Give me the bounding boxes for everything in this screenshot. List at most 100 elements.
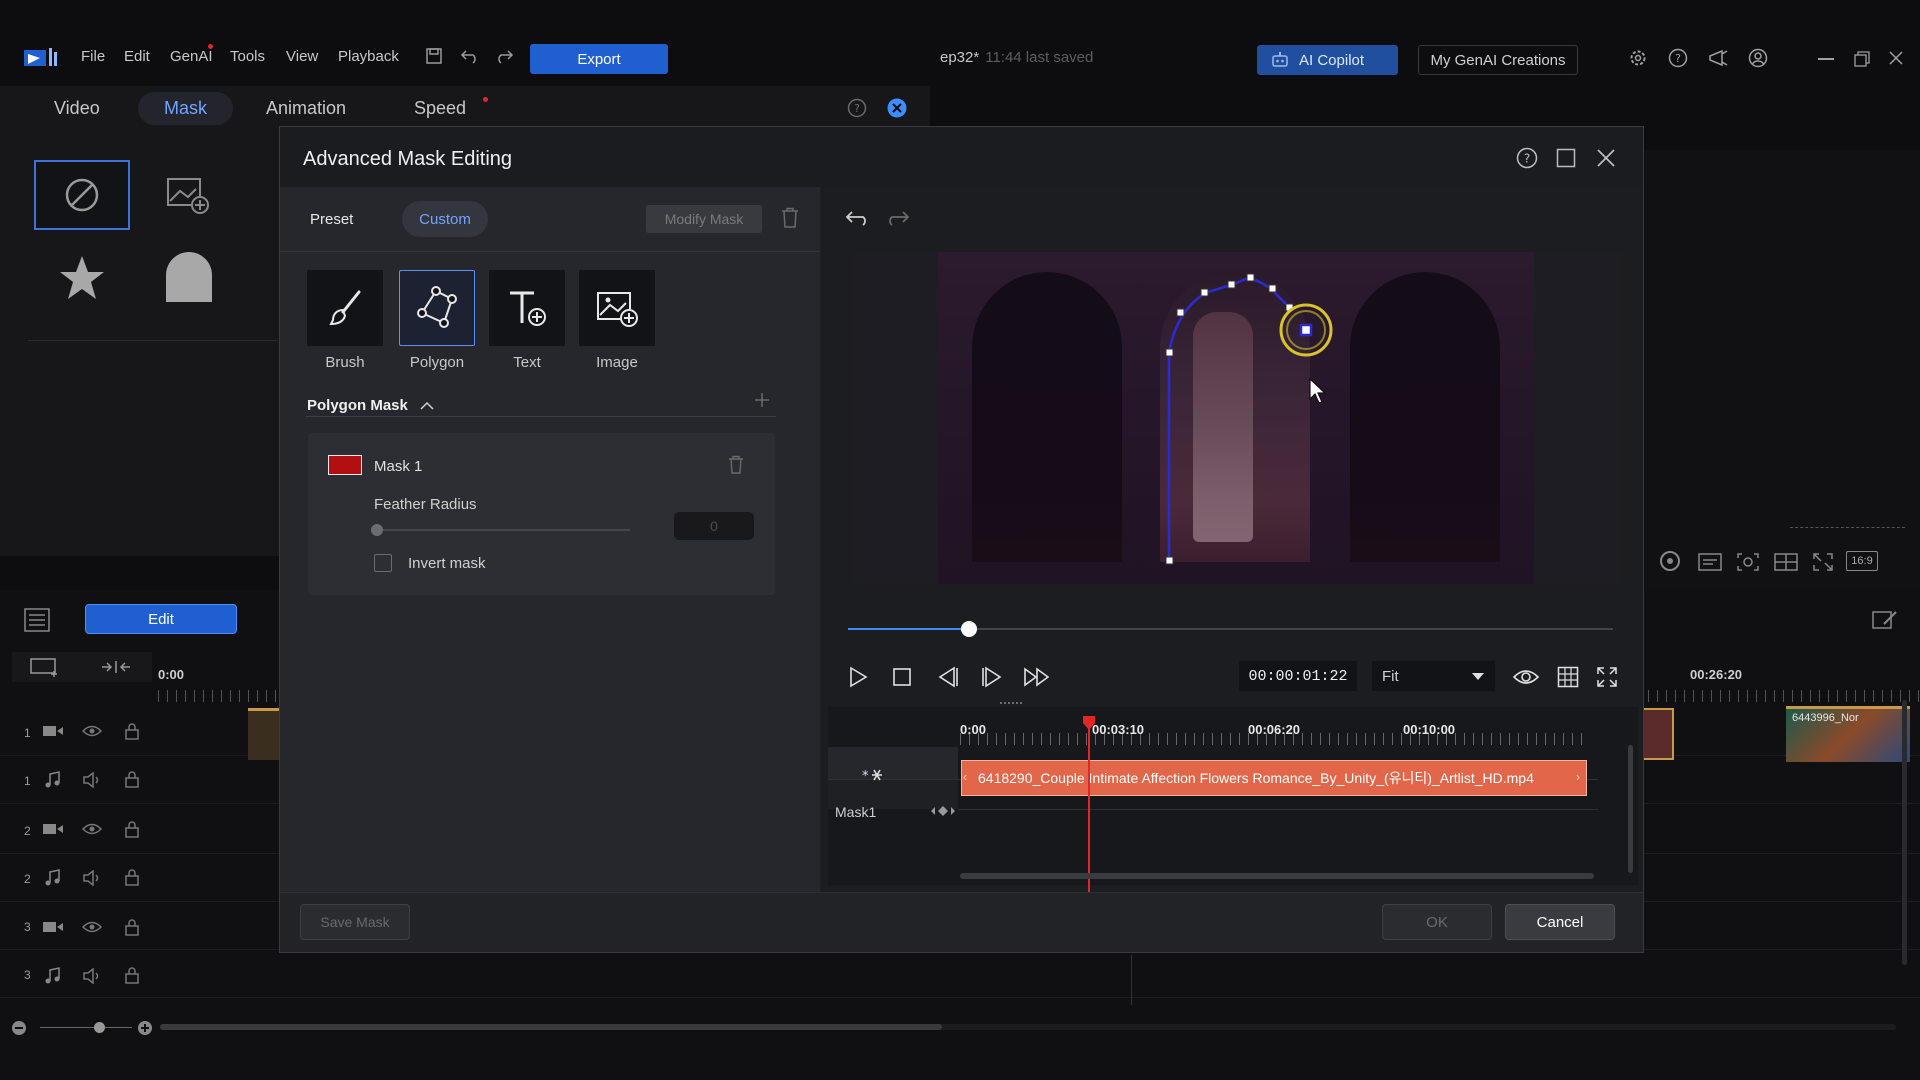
redo-icon[interactable] — [494, 48, 514, 64]
fullscreen-icon[interactable] — [1596, 666, 1618, 688]
bg-edit-button[interactable]: Edit — [85, 604, 237, 634]
modify-mask-button[interactable]: Modify Mask — [646, 205, 762, 233]
tab-custom[interactable]: Custom — [402, 201, 488, 237]
feather-radius-slider-knob[interactable] — [371, 524, 383, 536]
timeline-hscroll[interactable] — [160, 1024, 1896, 1030]
bg-tab-speed[interactable]: Speed — [414, 98, 466, 119]
preview-eye-icon[interactable] — [1512, 667, 1540, 687]
lock-icon[interactable] — [124, 918, 140, 936]
save-mask-button[interactable]: Save Mask — [300, 904, 410, 940]
previous-frame-icon[interactable] — [936, 666, 960, 688]
seek-bar-knob[interactable] — [961, 621, 977, 637]
bg-zoom-icon[interactable] — [1736, 552, 1760, 572]
mask-undo-icon[interactable] — [845, 209, 871, 227]
bg-edit-tool-icon[interactable] — [1872, 608, 1898, 632]
bg-snapshot-icon[interactable] — [1656, 550, 1684, 572]
play-icon[interactable] — [847, 666, 869, 688]
clip-left-trim-handle[interactable]: ‹ — [963, 770, 967, 784]
invert-mask-checkbox[interactable] — [374, 554, 392, 572]
save-icon[interactable] — [425, 47, 443, 65]
dialog-help-icon[interactable]: ? — [1516, 147, 1538, 169]
polygon-mask-section-header[interactable]: Polygon Mask — [307, 397, 434, 414]
fit-timeline-icon[interactable] — [100, 659, 132, 675]
resize-handle[interactable] — [1000, 702, 1022, 704]
image-tool-button[interactable] — [579, 270, 655, 346]
menu-tools[interactable]: Tools — [230, 48, 265, 65]
announcement-icon[interactable] — [1708, 48, 1730, 68]
ok-button[interactable]: OK — [1382, 904, 1492, 940]
playhead-marker-icon[interactable] — [1082, 715, 1096, 731]
zoom-fit-select[interactable]: Fit — [1372, 661, 1495, 691]
mask-redo-icon[interactable] — [884, 209, 910, 227]
polygon-tool-button[interactable] — [399, 270, 475, 346]
gear-icon[interactable] — [1628, 48, 1648, 68]
image-mask-thumb-icon[interactable] — [166, 175, 212, 215]
zoom-in-icon[interactable] — [138, 1021, 152, 1035]
delete-mask-icon[interactable] — [781, 207, 799, 229]
bg-close-icon[interactable] — [887, 98, 907, 118]
keyframe-nav-icon[interactable] — [930, 805, 956, 817]
dialog-close-icon[interactable] — [1596, 148, 1616, 168]
lock-icon[interactable] — [124, 966, 140, 984]
video-clip[interactable]: 6418290_Couple Intimate Affection Flower… — [961, 760, 1587, 796]
clip-right-trim-handle[interactable]: › — [1576, 770, 1580, 784]
feather-radius-input[interactable]: 0 — [674, 512, 754, 540]
lock-icon[interactable] — [124, 722, 140, 740]
timeline-hscroll-thumb[interactable] — [160, 1024, 942, 1030]
minimize-icon[interactable] — [1818, 58, 1834, 60]
eye-icon[interactable] — [82, 822, 102, 836]
zoom-slider-knob[interactable] — [94, 1022, 105, 1033]
fast-forward-icon[interactable] — [1023, 667, 1051, 687]
playhead[interactable] — [1088, 722, 1090, 892]
zoom-out-icon[interactable] — [12, 1021, 26, 1035]
mask-timeline-hscroll[interactable] — [960, 873, 1594, 879]
tab-preset[interactable]: Preset — [310, 211, 353, 228]
menu-edit[interactable]: Edit — [124, 48, 150, 65]
account-icon[interactable] — [1748, 48, 1768, 68]
help-icon[interactable]: ? — [1668, 48, 1688, 68]
ai-copilot-button[interactable]: AI Copilot — [1257, 45, 1398, 75]
bg-help-icon[interactable]: ? — [847, 98, 867, 118]
timeline-settings-icon[interactable] — [24, 608, 50, 632]
speaker-icon[interactable] — [82, 772, 102, 788]
menu-file[interactable]: File — [81, 48, 105, 65]
bg-tab-video[interactable]: Video — [54, 98, 100, 119]
lock-icon[interactable] — [124, 770, 140, 788]
add-track-icon[interactable] — [30, 657, 60, 677]
no-mask-thumb[interactable] — [34, 160, 130, 230]
polygon-mask-overlay[interactable] — [938, 252, 1538, 584]
zoom-slider-track[interactable] — [40, 1027, 132, 1028]
bg-tab-mask[interactable]: Mask — [138, 92, 234, 125]
mask-timeline-vscroll[interactable] — [1628, 745, 1633, 873]
grid-icon[interactable] — [1557, 666, 1579, 688]
bg-aspect-ratio[interactable]: 16:9 — [1846, 551, 1878, 571]
arch-mask-thumb-icon[interactable] — [166, 252, 212, 302]
export-button[interactable]: Export — [530, 44, 668, 74]
star-mask-thumb-icon[interactable] — [58, 254, 106, 302]
timecode-display[interactable]: 00:00:01:22 — [1239, 661, 1357, 691]
bg-layout-icon[interactable] — [1774, 552, 1798, 572]
cancel-button[interactable]: Cancel — [1505, 904, 1615, 940]
dialog-maximize-icon[interactable] — [1556, 148, 1576, 168]
mask-color-swatch[interactable] — [328, 455, 362, 475]
bg-tab-animation[interactable]: Animation — [266, 98, 346, 119]
speaker-icon[interactable] — [82, 870, 102, 886]
bg-fullscreen-icon[interactable] — [1812, 552, 1834, 572]
bg-clip-left[interactable] — [248, 708, 280, 760]
bg-clip-right[interactable]: 6443996_Nor — [1786, 706, 1910, 762]
eye-icon[interactable] — [82, 724, 102, 738]
chevron-up-icon[interactable] — [420, 401, 434, 411]
feather-radius-slider[interactable] — [376, 529, 630, 531]
undo-icon[interactable] — [460, 48, 480, 64]
lock-icon[interactable] — [124, 868, 140, 886]
lock-icon[interactable] — [124, 820, 140, 838]
delete-mask-item-icon[interactable] — [728, 455, 744, 475]
bg-timeline-vscroll[interactable] — [1902, 700, 1907, 965]
bg-subtitle-icon[interactable] — [1698, 552, 1722, 572]
brush-tool-button[interactable] — [307, 270, 383, 346]
next-frame-icon[interactable] — [980, 666, 1004, 688]
text-tool-button[interactable] — [489, 270, 565, 346]
eye-icon[interactable] — [82, 920, 102, 934]
menu-view[interactable]: View — [286, 48, 318, 65]
my-genai-creations-button[interactable]: My GenAI Creations — [1418, 45, 1578, 75]
